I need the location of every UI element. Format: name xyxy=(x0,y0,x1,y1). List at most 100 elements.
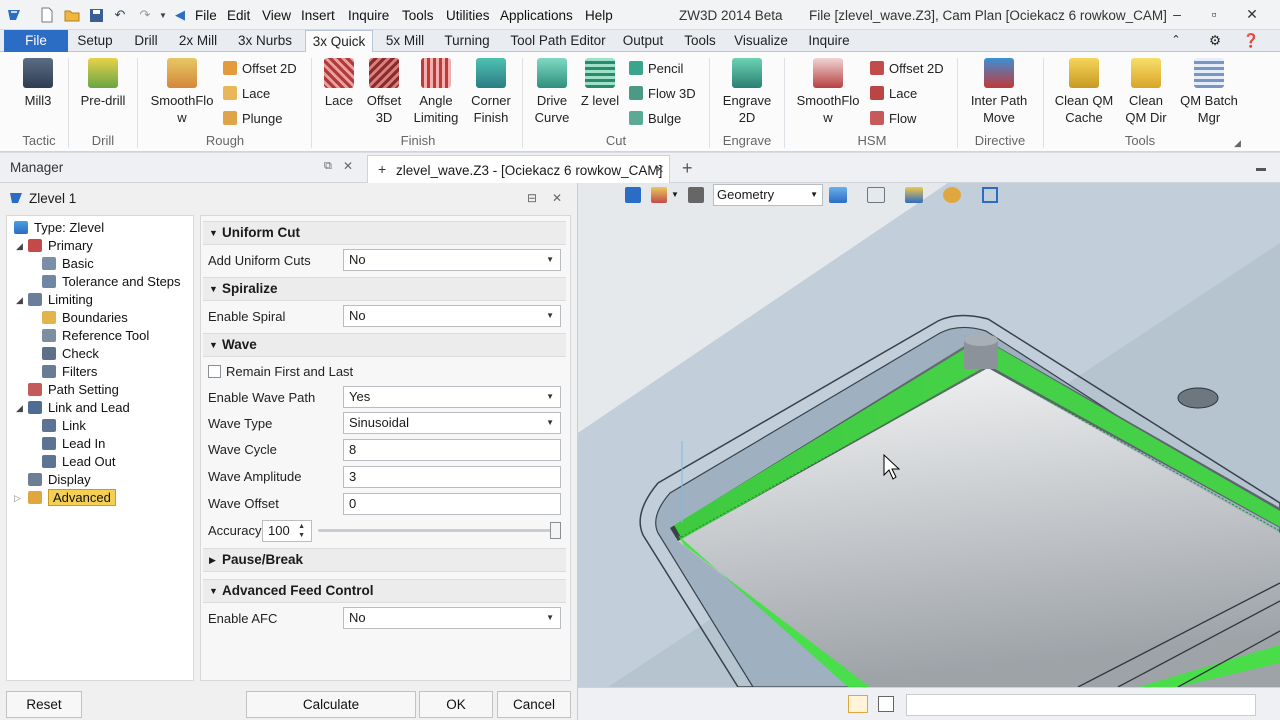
hsm-offset-2d-button[interactable]: Offset 2D xyxy=(870,60,944,78)
tree-item-path-setting[interactable]: Path Setting xyxy=(28,381,119,399)
section-view-icon[interactable] xyxy=(982,187,998,203)
clean-qm-cache-button[interactable]: Clean QM Cache xyxy=(1050,58,1118,126)
wave-cycle-input[interactable]: 8 xyxy=(343,439,561,461)
display-filter-select[interactable]: Geometry ▼ xyxy=(713,184,823,206)
tree-item-advanced[interactable]: ▷ Advanced xyxy=(14,489,116,507)
tree-item-lead-in[interactable]: Lead In xyxy=(42,435,105,453)
rough-lace-button[interactable]: Lace xyxy=(223,85,270,103)
render-mode-icon[interactable] xyxy=(943,187,961,203)
expand-arrow-icon[interactable]: ◢ xyxy=(16,399,23,417)
flow-3d-button[interactable]: Flow 3D xyxy=(629,85,696,103)
undo-icon[interactable]: ↶ xyxy=(112,7,128,23)
selection-icon[interactable] xyxy=(688,187,704,203)
dialog-close-icon[interactable]: ✕ xyxy=(552,191,562,205)
finish-lace-button[interactable]: Lace xyxy=(320,58,358,109)
menu-view[interactable]: View xyxy=(262,8,291,23)
tab-visualize[interactable]: Visualize xyxy=(733,30,789,52)
expand-arrow-icon[interactable]: ▷ xyxy=(14,489,21,507)
hsm-flow-button[interactable]: Flow xyxy=(870,110,916,128)
mill3-button[interactable]: Mill3 xyxy=(14,58,62,109)
remain-first-last-checkbox[interactable] xyxy=(208,365,221,378)
tab-3x-nurbs[interactable]: 3x Nurbs xyxy=(233,30,297,52)
add-uniform-cuts-select[interactable]: No ▼ xyxy=(343,249,561,271)
expand-arrow-icon[interactable]: ◢ xyxy=(16,237,23,255)
input-mode-icon[interactable] xyxy=(848,695,868,713)
tree-item-display[interactable]: Display xyxy=(28,471,91,489)
offset-3d-button[interactable]: Offset 3D xyxy=(362,58,406,126)
manager-close-icon[interactable]: ✕ xyxy=(343,159,353,173)
pin-icon[interactable]: ⧉ xyxy=(324,160,332,173)
enable-wave-path-select[interactable]: Yes ▼ xyxy=(343,386,561,408)
z-level-button[interactable]: Z level xyxy=(578,58,622,109)
wave-amplitude-input[interactable]: 3 xyxy=(343,466,561,488)
tab-tools[interactable]: Tools xyxy=(680,30,720,52)
maximize-icon[interactable]: ▫ xyxy=(1205,6,1223,24)
rough-offset-2d-button[interactable]: Offset 2D xyxy=(223,60,297,78)
clean-qm-dir-button[interactable]: Clean QM Dir xyxy=(1120,58,1172,126)
ok-button[interactable]: OK xyxy=(419,691,493,718)
inter-path-move-button[interactable]: Inter Path Move xyxy=(964,58,1034,126)
expand-arrow-icon[interactable]: ◢ xyxy=(16,291,23,309)
redo-icon[interactable]: ↷ xyxy=(137,7,153,23)
shaded-view-icon[interactable] xyxy=(829,187,847,203)
wireframe-view-icon[interactable] xyxy=(867,187,885,203)
bulge-button[interactable]: Bulge xyxy=(629,110,681,128)
tab-tool-path-editor[interactable]: Tool Path Editor xyxy=(505,30,611,52)
corner-finish-button[interactable]: Corner Finish xyxy=(466,58,516,126)
tree-item-boundaries[interactable]: Boundaries xyxy=(42,309,128,327)
enable-spiral-select[interactable]: No ▼ xyxy=(343,305,561,327)
calculate-button[interactable]: Calculate xyxy=(246,691,416,718)
tree-item-link-and-lead[interactable]: ◢ Link and Lead xyxy=(16,399,130,417)
section-uniform-cut[interactable]: ▼ Uniform Cut xyxy=(203,221,566,245)
new-tab-icon[interactable]: + xyxy=(682,158,693,179)
angle-limiting-button[interactable]: Angle Limiting xyxy=(410,58,462,126)
spin-arrows-icon[interactable]: ▲ ▼ xyxy=(298,522,305,540)
close-icon[interactable]: ✕ xyxy=(1243,6,1261,24)
minimize-icon[interactable]: – xyxy=(1168,6,1186,24)
menu-inquire[interactable]: Inquire xyxy=(348,8,389,23)
help-icon[interactable]: ❓ xyxy=(1238,30,1264,52)
wave-offset-input[interactable]: 0 xyxy=(343,493,561,515)
view-mode-icon[interactable] xyxy=(625,187,641,203)
tree-item-check[interactable]: Check xyxy=(42,345,99,363)
enable-afc-select[interactable]: No ▼ xyxy=(343,607,561,629)
drive-curve-button[interactable]: Drive Curve xyxy=(528,58,576,126)
document-tab[interactable]: + zlevel_wave.Z3 - [Ociekacz 6 rowkow_CA… xyxy=(367,155,670,183)
tab-drill[interactable]: Drill xyxy=(128,30,164,52)
tab-file[interactable]: File xyxy=(4,30,68,52)
group-launcher-icon[interactable]: ◢ xyxy=(1234,138,1241,149)
hsm-lace-button[interactable]: Lace xyxy=(870,85,917,103)
tree-item-primary[interactable]: ◢ Primary xyxy=(16,237,93,255)
section-advanced-feed-control[interactable]: ▼ Advanced Feed Control xyxy=(203,579,566,603)
tab-setup[interactable]: Setup xyxy=(72,30,118,52)
collapse-ribbon-icon[interactable]: ⌃ xyxy=(1167,30,1185,52)
engrave-2d-button[interactable]: Engrave 2D xyxy=(720,58,774,126)
menu-help[interactable]: Help xyxy=(585,8,613,23)
tab-output[interactable]: Output xyxy=(619,30,667,52)
menu-utilities[interactable]: Utilities xyxy=(446,8,490,23)
new-file-icon[interactable] xyxy=(39,7,55,23)
qm-batch-mgr-button[interactable]: QM Batch Mgr xyxy=(1176,58,1242,126)
3d-viewport[interactable] xyxy=(578,183,1280,687)
tree-item-limiting[interactable]: ◢ Limiting xyxy=(16,291,93,309)
accuracy-slider-track[interactable] xyxy=(318,529,558,532)
document-tab-close-icon[interactable]: ✕ xyxy=(655,163,664,176)
tree-item-basic[interactable]: Basic xyxy=(42,255,94,273)
save-icon[interactable] xyxy=(88,7,104,23)
hsm-smoothflow-button[interactable]: SmoothFlo w xyxy=(794,58,862,126)
app-logo-icon[interactable] xyxy=(6,7,22,23)
reset-button[interactable]: Reset xyxy=(6,691,82,718)
wave-type-select[interactable]: Sinusoidal ▼ xyxy=(343,412,561,434)
tab-inquire[interactable]: Inquire xyxy=(804,30,854,52)
pick-filter-icon[interactable] xyxy=(651,187,667,203)
menu-insert[interactable]: Insert xyxy=(301,8,335,23)
tab-turning[interactable]: Turning xyxy=(441,30,493,52)
accuracy-spinner[interactable]: 100 ▲ ▼ xyxy=(262,520,312,542)
pre-drill-button[interactable]: Pre-drill xyxy=(76,58,130,109)
rough-smoothflow-button[interactable]: SmoothFlo w xyxy=(147,58,217,126)
dialog-pin-icon[interactable]: ⊟ xyxy=(527,191,537,205)
menu-edit[interactable]: Edit xyxy=(227,8,250,23)
tab-3x-quick[interactable]: 3x Quick xyxy=(305,30,373,53)
dropdown-arrow-icon[interactable]: ▼ xyxy=(671,190,679,199)
message-log-icon[interactable] xyxy=(878,696,894,712)
